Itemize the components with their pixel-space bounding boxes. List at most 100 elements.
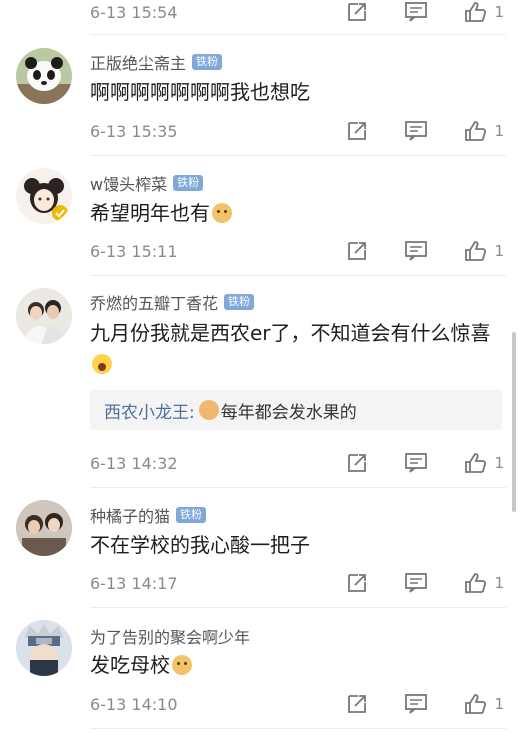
username[interactable]: w馒头榨菜 (90, 171, 167, 195)
forward-button[interactable] (346, 693, 368, 715)
comment-actions: 1 (346, 693, 504, 715)
username[interactable]: 乔燃的五瓣丁香花 (90, 290, 218, 314)
comment-time: 6-13 15:11 (90, 241, 178, 261)
user-avatar[interactable] (16, 500, 72, 556)
divider (90, 728, 506, 729)
comment-meta-row: 6-13 15:11 1 (90, 237, 504, 265)
thumbs-up-icon (465, 453, 487, 473)
username[interactable]: 为了告别的聚会啊少年 (90, 624, 250, 648)
reply-button[interactable] (404, 693, 428, 715)
reply-preview[interactable]: 西农小龙王: 每年都会发水果的 (90, 390, 502, 430)
comment-meta-row: 6-13 14:17 1 (90, 569, 504, 597)
reply-button[interactable] (404, 120, 428, 142)
share-icon (348, 122, 367, 140)
reply-button[interactable] (404, 572, 428, 594)
cat-emoji-icon (198, 400, 219, 420)
forward-button[interactable] (346, 120, 368, 142)
comment-time: 6-13 15:54 (90, 2, 178, 22)
share-icon (348, 454, 367, 472)
comment-icon (405, 573, 428, 593)
share-icon (348, 574, 367, 592)
comment-actions: 1 (346, 452, 504, 474)
user-avatar[interactable] (16, 168, 72, 224)
like-count: 1 (494, 695, 504, 713)
like-button[interactable]: 1 (464, 452, 504, 474)
reply-button[interactable] (404, 240, 428, 262)
thumbs-up-icon (465, 2, 487, 22)
comment-header: 乔燃的五瓣丁香花 铁粉 (90, 290, 255, 314)
fan-badge: 铁粉 (192, 54, 223, 70)
comment-icon (405, 241, 428, 261)
comment-header: w馒头榨菜 铁粉 (90, 171, 204, 195)
comment-time: 6-13 14:17 (90, 573, 178, 593)
comment-time: 6-13 14:32 (90, 453, 178, 473)
like-button[interactable]: 1 (464, 572, 504, 594)
share-icon (348, 242, 367, 260)
divider (90, 607, 506, 608)
comment-text: 希望明年也有 (90, 198, 496, 229)
forward-button[interactable] (346, 572, 368, 594)
comment-meta-row: 6-13 14:32 1 (90, 449, 504, 477)
like-count: 1 (494, 3, 504, 21)
like-count: 1 (494, 454, 504, 472)
comment-actions: 1 (346, 572, 504, 594)
like-button[interactable]: 1 (464, 120, 504, 142)
divider (90, 34, 506, 35)
reply-button[interactable] (404, 452, 428, 474)
like-count: 1 (494, 242, 504, 260)
divider (90, 275, 506, 276)
comment-actions: 1 (346, 240, 504, 262)
like-button[interactable]: 1 (464, 240, 504, 262)
user-avatar[interactable] (16, 620, 72, 676)
comment-icon (405, 121, 428, 141)
comment-meta-row: 6-13 14:10 1 (90, 690, 504, 718)
fan-badge: 铁粉 (224, 294, 255, 310)
share-icon (348, 695, 367, 713)
comment-icon (405, 694, 428, 714)
comment-header: 为了告别的聚会啊少年 (90, 624, 250, 648)
username[interactable]: 种橘子的猫 (90, 503, 170, 527)
like-button[interactable]: 1 (464, 693, 504, 715)
username[interactable]: 正版绝尘斋主 (90, 50, 186, 74)
divider (90, 487, 506, 488)
comment-text: 发吃母校 (90, 650, 496, 681)
comment-time: 6-13 14:10 (90, 694, 178, 714)
forward-button[interactable] (346, 240, 368, 262)
comment-text: 不在学校的我心酸一把子 (90, 533, 310, 557)
comment-header: 种橘子的猫 铁粉 (90, 503, 207, 527)
comment-actions: 1 (346, 1, 504, 23)
comment-text: 啊啊啊啊啊啊啊我也想吃 (90, 80, 310, 104)
fan-badge: 铁粉 (173, 175, 204, 191)
thumbs-up-icon (465, 121, 487, 141)
scrollbar[interactable] (512, 332, 516, 512)
thumbs-up-icon (465, 573, 487, 593)
doge-emoji-icon (172, 655, 192, 675)
comment-actions: 1 (346, 120, 504, 142)
comment-time: 6-13 15:35 (90, 121, 178, 141)
forward-button[interactable] (346, 1, 368, 23)
like-count: 1 (494, 574, 504, 592)
thumbs-up-icon (465, 241, 487, 261)
comment-header: 正版绝尘斋主 铁粉 (90, 50, 223, 74)
comment-icon (405, 2, 428, 22)
reply-username[interactable]: 西农小龙王: (104, 398, 195, 423)
forward-button[interactable] (346, 452, 368, 474)
girl-avatar-icon (16, 168, 72, 224)
share-icon (348, 3, 367, 21)
ninja-avatar-icon (16, 620, 72, 676)
user-avatar[interactable] (16, 48, 72, 104)
comment-icon (405, 453, 428, 473)
user-avatar[interactable] (16, 288, 72, 344)
thumbs-up-icon (465, 694, 487, 714)
like-count: 1 (494, 122, 504, 140)
photo-avatar-icon (16, 500, 72, 556)
comment-meta-row: 6-13 15:54 1 (90, 0, 504, 26)
comment-text: 九月份我就是西农er了，不知道会有什么惊喜 (90, 318, 496, 380)
reply-text: 每年都会发水果的 (220, 402, 357, 423)
panda-avatar-icon (16, 48, 72, 104)
reply-button[interactable] (404, 1, 428, 23)
comment-meta-row: 6-13 15:35 1 (90, 117, 504, 145)
doge-emoji-icon (212, 203, 232, 223)
fan-badge: 铁粉 (176, 507, 207, 523)
like-button[interactable]: 1 (464, 1, 504, 23)
